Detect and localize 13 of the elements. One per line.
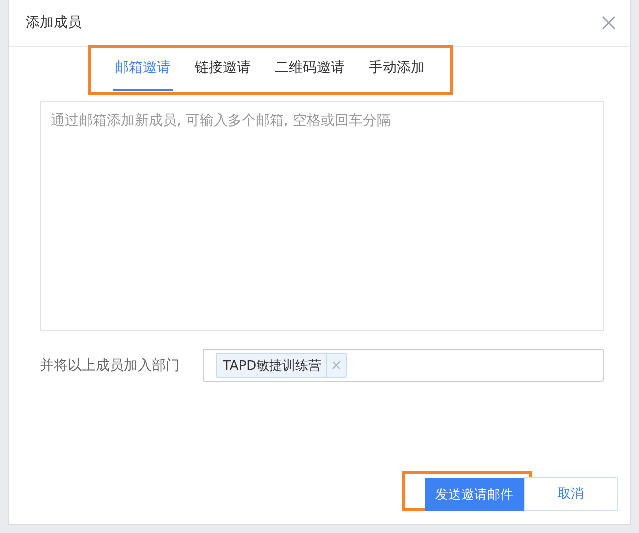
- close-icon[interactable]: [602, 16, 616, 30]
- dialog-title: 添加成员: [26, 14, 82, 32]
- tab[interactable]: 手动添加: [367, 49, 427, 91]
- send-invite-button[interactable]: 发送邀请邮件: [425, 478, 524, 511]
- cancel-button[interactable]: 取消: [524, 477, 618, 511]
- email-input-field[interactable]: 通过邮箱添加新成员, 可输入多个邮箱, 空格或回车分隔: [40, 101, 604, 331]
- tag-label: TAPD敏捷训练营: [222, 358, 323, 374]
- tab[interactable]: 二维码邀请: [273, 49, 347, 91]
- department-label: 并将以上成员加入部门: [40, 356, 181, 374]
- tab[interactable]: 邮箱邀请: [113, 49, 173, 91]
- remove-icon[interactable]: [332, 361, 341, 370]
- tab[interactable]: 链接邀请: [193, 49, 253, 91]
- department-select-field[interactable]: TAPD敏捷训练营: [203, 349, 604, 382]
